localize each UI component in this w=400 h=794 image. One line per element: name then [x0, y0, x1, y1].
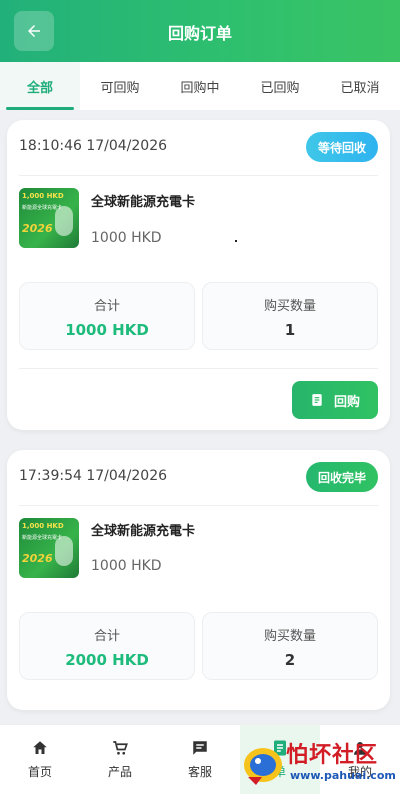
- nav-label: 单: [273, 765, 286, 779]
- status-tabs: 全部 可回购 回购中 已回购 已取消: [0, 62, 400, 110]
- chat-icon: [193, 741, 207, 755]
- order-card: 18:10:46 17/04/2026 等待回收 1,000 HKD 新能源全球…: [7, 120, 390, 430]
- stray-dot: [235, 240, 237, 242]
- total-box: 合计 1000 HKD: [19, 282, 195, 350]
- total-value: 2000 HKD: [65, 651, 149, 669]
- total-label: 合计: [93, 299, 120, 314]
- tab-cancelled[interactable]: 已取消: [320, 62, 400, 110]
- quantity-label: 购买数量: [263, 299, 316, 314]
- product-price: 1000 HKD: [91, 230, 162, 246]
- total-label: 合计: [93, 629, 120, 644]
- quantity-label: 购买数量: [263, 629, 316, 644]
- status-badge: 等待回收: [305, 132, 378, 162]
- quantity-value: 2: [284, 651, 296, 669]
- nav-products[interactable]: 产品: [80, 725, 160, 794]
- total-box: 合计 2000 HKD: [19, 612, 195, 680]
- product-image: 1,000 HKD 新能源全球充電卡 2026: [19, 518, 79, 578]
- top-bar: 回购订单: [0, 0, 400, 62]
- nav-label: 客服: [187, 765, 212, 779]
- product-name: 全球新能源充電卡: [91, 195, 196, 210]
- divider: [19, 368, 378, 369]
- quantity-value: 1: [284, 321, 296, 339]
- order-time: 17:39:54 17/04/2026: [19, 468, 168, 484]
- order-card: 17:39:54 17/04/2026 回收完毕 1,000 HKD 新能源全球…: [7, 450, 390, 710]
- cart-icon: [113, 741, 128, 755]
- divider: [19, 505, 378, 506]
- divider: [19, 175, 378, 176]
- product-name: 全球新能源充電卡: [91, 524, 196, 539]
- product-price: 1000 HKD: [91, 558, 162, 574]
- document-icon: [312, 394, 322, 406]
- tab-in-progress[interactable]: 回购中: [160, 62, 240, 110]
- total-value: 1000 HKD: [65, 321, 149, 339]
- product-image: 1,000 HKD 新能源全球充電卡 2026: [19, 188, 79, 248]
- repurchase-button[interactable]: 回购: [292, 381, 378, 419]
- order-time: 18:10:46 17/04/2026: [19, 138, 168, 154]
- repurchase-label: 回购: [333, 394, 360, 410]
- nav-label: 首页: [27, 765, 52, 779]
- nav-label: 我的: [347, 765, 372, 779]
- page-title: 回购订单: [167, 24, 232, 43]
- quantity-box: 购买数量 2: [202, 612, 378, 680]
- quantity-box: 购买数量 1: [202, 282, 378, 350]
- charger-graphic: [55, 536, 73, 566]
- charger-graphic: [55, 206, 73, 236]
- tab-repurchased[interactable]: 已回购: [240, 62, 320, 110]
- bottom-nav: 首页 产品 客服 单 我的: [0, 724, 400, 794]
- nav-profile[interactable]: 我的: [320, 725, 400, 794]
- nav-service[interactable]: 客服: [160, 725, 240, 794]
- user-icon: [354, 742, 366, 755]
- nav-label: 产品: [107, 765, 132, 779]
- nav-home[interactable]: 首页: [0, 725, 80, 794]
- home-icon: [33, 741, 47, 754]
- orders-icon: [274, 740, 286, 756]
- tab-all[interactable]: 全部: [0, 62, 80, 110]
- nav-orders[interactable]: 单: [240, 725, 320, 794]
- status-badge: 回收完毕: [305, 462, 378, 492]
- tab-repurchasable[interactable]: 可回购: [80, 62, 160, 110]
